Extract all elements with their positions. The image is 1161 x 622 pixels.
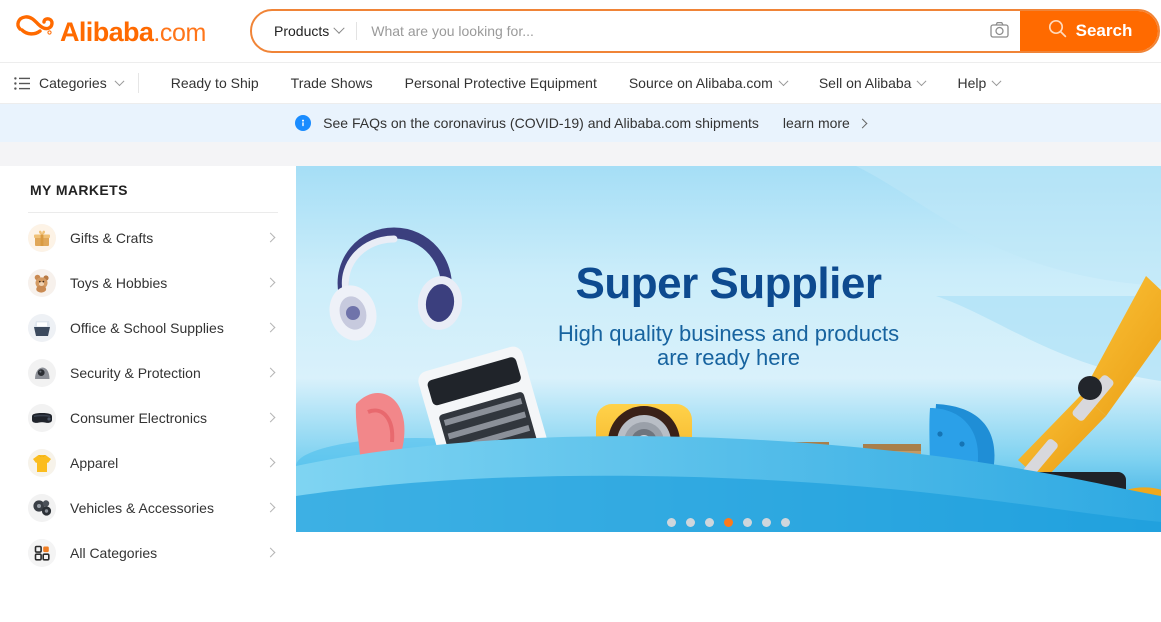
my-markets-list: Gifts & Crafts Toys & Hobbies Office & S…	[28, 213, 278, 575]
nav-item-label: Help	[957, 75, 987, 91]
sidebar-item-label: Office & School Supplies	[70, 319, 224, 336]
carousel-dot[interactable]	[781, 518, 790, 527]
sidebar-item-apparel[interactable]: Apparel	[28, 440, 278, 485]
chevron-right-icon	[265, 457, 276, 468]
logo-wordmark: Alibaba	[60, 17, 154, 47]
sidebar-item-label: All Categories	[70, 544, 158, 561]
nav-item-list: Ready to Ship Trade Shows Personal Prote…	[155, 75, 1017, 91]
chevron-right-icon	[265, 502, 276, 513]
covid-learn-more-label: learn more	[782, 115, 850, 131]
chevron-right-icon	[265, 232, 276, 243]
search-button-label: Search	[1075, 21, 1133, 40]
nav-item-source-on-alibaba[interactable]: Source on Alibaba.com	[613, 75, 803, 91]
search-icon	[1048, 19, 1067, 43]
hero-subtitle: High quality business and products are r…	[296, 321, 1161, 371]
chevron-right-icon	[265, 322, 276, 333]
sidebar-item-label: Consumer Electronics	[70, 409, 207, 426]
carousel-dot[interactable]	[667, 518, 676, 527]
nav-item-trade-shows[interactable]: Trade Shows	[275, 75, 389, 91]
tshirt-icon	[28, 448, 56, 477]
search-category-label: Products	[274, 23, 330, 39]
chevron-down-icon	[917, 75, 927, 86]
info-circle-icon	[295, 115, 312, 131]
teddy-bear-icon	[28, 268, 56, 297]
nav-item-sell-on-alibaba[interactable]: Sell on Alibaba	[803, 75, 942, 91]
alibaba-swirl-icon	[14, 11, 58, 41]
sidebar-item-consumer-electronics[interactable]: Consumer Electronics	[28, 395, 278, 440]
nav-item-ready-to-ship[interactable]: Ready to Ship	[155, 75, 275, 91]
covid-notice-banner: See FAQs on the coronavirus (COVID-19) a…	[0, 104, 1161, 142]
nav-categories-button[interactable]: Categories	[10, 71, 139, 95]
nav-item-label: Trade Shows	[290, 75, 373, 91]
carousel-dot[interactable]	[743, 518, 752, 527]
gift-icon	[28, 223, 56, 252]
section-divider	[0, 142, 1161, 166]
sidebar-item-vehicles-accessories[interactable]: Vehicles & Accessories	[28, 485, 278, 530]
grid-squares-icon	[28, 538, 56, 567]
sidebar-item-label: Security & Protection	[70, 364, 201, 381]
alibaba-logo[interactable]: Alibaba .com	[14, 11, 226, 51]
nav-item-help[interactable]: Help	[941, 75, 1016, 91]
logo-tld: .com	[153, 19, 206, 47]
gears-icon	[28, 493, 56, 522]
main-content: MY MARKETS Gifts & Crafts Toys & Hobbies…	[0, 166, 1161, 567]
carousel-dots	[296, 518, 1161, 527]
sidebar-item-label: Gifts & Crafts	[70, 229, 154, 246]
covid-learn-more-link[interactable]: learn more	[782, 115, 868, 131]
cctv-camera-icon	[28, 358, 56, 387]
nav-item-label: Ready to Ship	[170, 75, 259, 91]
sidebar-item-toys-hobbies[interactable]: Toys & Hobbies	[28, 260, 278, 305]
chevron-right-icon	[265, 367, 276, 378]
hero-text-block: Super Supplier High quality business and…	[296, 262, 1161, 370]
image-search-button[interactable]	[978, 11, 1020, 51]
chevron-right-icon	[265, 547, 276, 558]
covid-notice-text: See FAQs on the coronavirus (COVID-19) a…	[323, 115, 759, 131]
chevron-down-icon	[114, 75, 125, 86]
my-markets-sidebar: MY MARKETS Gifts & Crafts Toys & Hobbies…	[0, 166, 296, 567]
sidebar-item-security-protection[interactable]: Security & Protection	[28, 350, 278, 395]
camera-icon	[989, 21, 1009, 41]
nav-item-personal-protective-equipment[interactable]: Personal Protective Equipment	[389, 75, 613, 91]
nav-categories-label: Categories	[39, 75, 107, 91]
carousel-dot[interactable]	[762, 518, 771, 527]
main-navigation: Categories Ready to Ship Trade Shows Per…	[0, 62, 1161, 104]
hero-subtitle-line1: High quality business and products	[557, 321, 900, 346]
nav-item-label: Source on Alibaba.com	[628, 75, 773, 91]
chevron-right-icon	[265, 412, 276, 423]
search-input[interactable]	[357, 11, 978, 51]
sidebar-item-gifts-crafts[interactable]: Gifts & Crafts	[28, 215, 278, 260]
carousel-dot[interactable]	[705, 518, 714, 527]
printer-icon	[28, 313, 56, 342]
vr-headset-icon	[28, 403, 56, 432]
chevron-down-icon	[991, 75, 1002, 86]
site-header: Alibaba.com Products Sear	[0, 0, 1161, 62]
carousel-dot[interactable]	[686, 518, 695, 527]
nav-item-label: Personal Protective Equipment	[404, 75, 597, 91]
list-icon	[14, 76, 30, 90]
search-bar: Products Search	[250, 9, 1160, 53]
hero-subtitle-line2: are ready here	[656, 345, 801, 371]
search-category-select[interactable]: Products	[252, 11, 358, 51]
search-button[interactable]: Search	[1020, 11, 1158, 51]
chevron-right-icon	[265, 277, 276, 288]
hero-title: Super Supplier	[575, 259, 882, 308]
nav-item-label: Sell on Alibaba	[818, 75, 912, 91]
my-markets-title: MY MARKETS	[28, 182, 278, 213]
sidebar-item-label: Toys & Hobbies	[70, 274, 168, 291]
chevron-down-icon	[333, 22, 345, 34]
chevron-right-icon	[857, 118, 868, 128]
hero-carousel[interactable]: Super Supplier High quality business and…	[296, 166, 1161, 532]
sidebar-item-label: Vehicles & Accessories	[70, 499, 214, 516]
sidebar-item-all-categories[interactable]: All Categories	[28, 530, 278, 575]
sidebar-item-label: Apparel	[70, 454, 119, 471]
chevron-down-icon	[778, 75, 789, 86]
carousel-dot-active[interactable]	[724, 518, 733, 527]
sidebar-item-office-school-supplies[interactable]: Office & School Supplies	[28, 305, 278, 350]
